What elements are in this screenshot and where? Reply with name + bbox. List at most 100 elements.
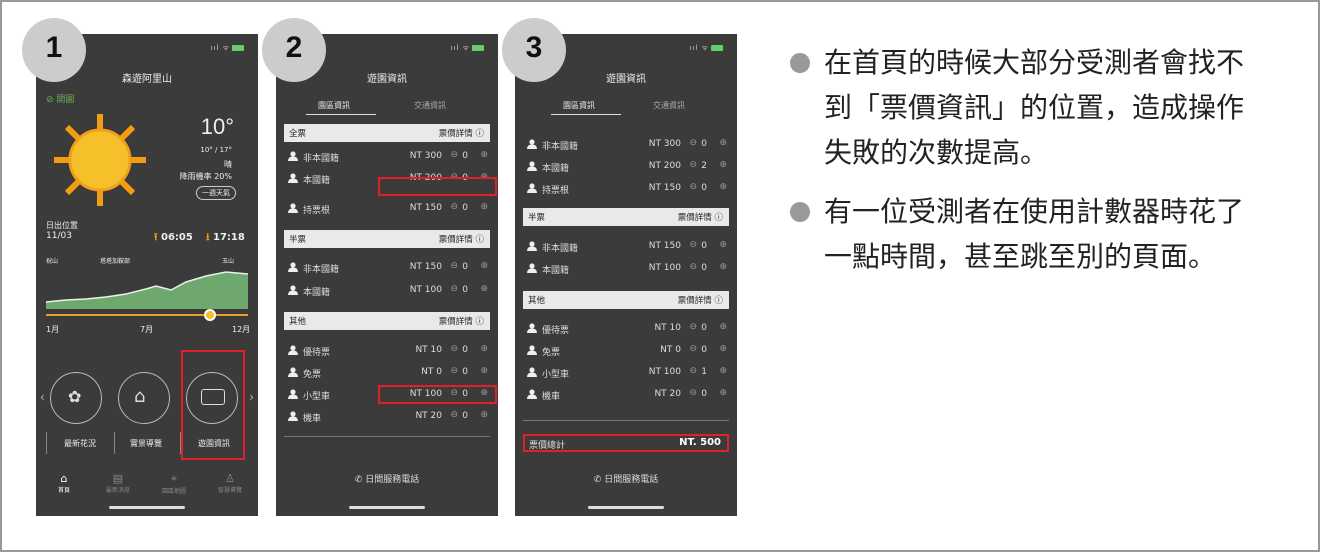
ticket-quantity: 0	[462, 367, 468, 377]
person-icon	[527, 241, 537, 251]
ticket-price: NT 10	[654, 323, 681, 333]
chevron-left-icon[interactable]: ‹	[40, 390, 45, 404]
highlight-box	[378, 385, 497, 404]
plus-icon[interactable]: ⊕	[480, 202, 488, 212]
minus-icon[interactable]: ⊖	[689, 240, 697, 250]
plus-icon[interactable]: ⊕	[719, 160, 727, 170]
ticket-quantity: 0	[462, 203, 468, 213]
findings-list: 在首頁的時候大部分受測者會找不到「票價資訊」的位置，造成操作失敗的次數提高。 有…	[788, 40, 1268, 293]
menu-flower-status[interactable]: 最新花況	[54, 438, 106, 449]
status-bar: ııl ᯤ	[690, 44, 723, 53]
ticket-name: 非本國籍	[303, 154, 340, 164]
section-title: 半票	[289, 235, 307, 245]
nav-guide[interactable]: ♙ 智慧導覽	[208, 472, 252, 494]
plus-icon[interactable]: ⊕	[719, 182, 727, 192]
ticket-section-header: 其他 票價詳情 ⓘ	[523, 291, 729, 309]
ticket-name: 免票	[542, 348, 561, 358]
ticket-row: 小型車 NT 100 ⊖ 1 ⊕	[527, 366, 727, 380]
ticket-name: 非本國籍	[303, 265, 340, 275]
minus-icon[interactable]: ⊖	[689, 344, 697, 354]
plus-icon[interactable]: ⊕	[480, 261, 488, 271]
plus-icon[interactable]: ⊕	[480, 150, 488, 160]
time-slider-track[interactable]	[46, 314, 248, 316]
nav-map[interactable]: ⌖ 園區地圖	[154, 472, 194, 495]
plus-icon[interactable]: ⊕	[480, 344, 488, 354]
fare-detail-link[interactable]: 票價詳情 ⓘ	[678, 211, 723, 223]
service-phone-link[interactable]: ✆ 日間服務電話	[276, 472, 498, 485]
minus-icon[interactable]: ⊖	[450, 150, 458, 160]
plus-icon[interactable]: ⊕	[480, 366, 488, 376]
phone-park-info-screen: ııl ᯤ 遊園資訊 園區資訊 交通資訊 全票 票價詳情 ⓘ 非本國籍 NT 300 ⊖…	[276, 34, 498, 516]
ticket-section-header: 全票 票價詳情 ⓘ	[284, 124, 490, 142]
flower-icon[interactable]: ✿	[50, 372, 102, 424]
ticket-name: 本國籍	[303, 288, 331, 298]
minus-icon[interactable]: ⊖	[450, 284, 458, 294]
divider	[284, 436, 490, 437]
bullet-icon	[790, 53, 810, 73]
temp-range: 10° / 17°	[200, 146, 232, 154]
tab-park-info[interactable]: 園區資訊	[563, 100, 595, 111]
minus-icon[interactable]: ⊖	[450, 344, 458, 354]
chevron-right-icon[interactable]: ›	[249, 390, 254, 404]
ticket-price: NT 300	[648, 139, 681, 149]
house-icon[interactable]: ⌂	[118, 372, 170, 424]
minus-icon[interactable]: ⊖	[689, 366, 697, 376]
menu-live-tour[interactable]: 實景導覽	[120, 438, 172, 449]
minus-icon[interactable]: ⊖	[689, 262, 697, 272]
fare-detail-link[interactable]: 票價詳情 ⓘ	[439, 315, 484, 327]
ticket-name: 小型車	[303, 392, 331, 402]
minus-icon[interactable]: ⊖	[450, 202, 458, 212]
person-icon: ♙	[225, 472, 235, 485]
tab-park-info[interactable]: 園區資訊	[318, 100, 350, 111]
minus-icon[interactable]: ⊖	[450, 366, 458, 376]
minus-icon[interactable]: ⊖	[450, 410, 458, 420]
plus-icon[interactable]: ⊕	[719, 366, 727, 376]
highlight-box	[378, 177, 497, 196]
status-bar: ııl ᯤ	[451, 44, 484, 53]
total-label: 票價總計	[529, 441, 566, 451]
home-indicator	[588, 506, 664, 509]
plus-icon[interactable]: ⊕	[719, 388, 727, 398]
sun-icon	[54, 114, 146, 206]
plus-icon[interactable]: ⊕	[719, 344, 727, 354]
nav-news[interactable]: ▤ 最新消息	[98, 472, 138, 494]
minus-icon[interactable]: ⊖	[689, 138, 697, 148]
plus-icon[interactable]: ⊕	[719, 322, 727, 332]
ticket-price: NT 0	[421, 367, 442, 377]
fare-detail-link[interactable]: 票價詳情 ⓘ	[678, 294, 723, 306]
week-weather-button[interactable]: 一週天氣	[196, 186, 236, 200]
open-status: ⊘ 開園	[46, 95, 75, 105]
slider-handle[interactable]	[204, 309, 216, 321]
minus-icon[interactable]: ⊖	[689, 322, 697, 332]
ticket-name: 本國籍	[542, 164, 570, 174]
ticket-price: NT 100	[648, 263, 681, 273]
minus-icon[interactable]: ⊖	[689, 160, 697, 170]
month-label: 1月	[46, 325, 60, 334]
tab-traffic-info[interactable]: 交通資訊	[653, 100, 685, 111]
fare-detail-link[interactable]: 票價詳情 ⓘ	[439, 127, 484, 139]
ticket-quantity: 0	[701, 139, 707, 149]
phone-icon: ✆	[593, 475, 602, 485]
ticket-quantity: 0	[701, 241, 707, 251]
ticket-total-bar: 票價總計 NT. 500	[523, 434, 729, 452]
nav-home[interactable]: ⌂ 首頁	[44, 472, 84, 494]
fare-detail-link[interactable]: 票價詳情 ⓘ	[439, 233, 484, 245]
ticket-row: 機車 NT 20 ⊖ 0 ⊕	[527, 388, 727, 402]
ticket-price: NT 150	[648, 183, 681, 193]
section-title: 其他	[289, 317, 307, 327]
minus-icon[interactable]: ⊖	[689, 388, 697, 398]
ticket-name: 持票根	[542, 186, 570, 196]
tab-traffic-info[interactable]: 交通資訊	[414, 100, 446, 111]
ticket-row: 非本國籍 NT 300 ⊖ 0 ⊕	[527, 138, 727, 152]
service-phone-link[interactable]: ✆ 日間服務電話	[515, 472, 737, 485]
plus-icon[interactable]: ⊕	[719, 138, 727, 148]
section-title: 其他	[528, 296, 546, 306]
plus-icon[interactable]: ⊕	[480, 410, 488, 420]
ticket-quantity: 0	[462, 151, 468, 161]
sunset-icon: ⭳	[206, 232, 210, 243]
minus-icon[interactable]: ⊖	[450, 261, 458, 271]
minus-icon[interactable]: ⊖	[689, 182, 697, 192]
plus-icon[interactable]: ⊕	[719, 240, 727, 250]
plus-icon[interactable]: ⊕	[719, 262, 727, 272]
plus-icon[interactable]: ⊕	[480, 284, 488, 294]
